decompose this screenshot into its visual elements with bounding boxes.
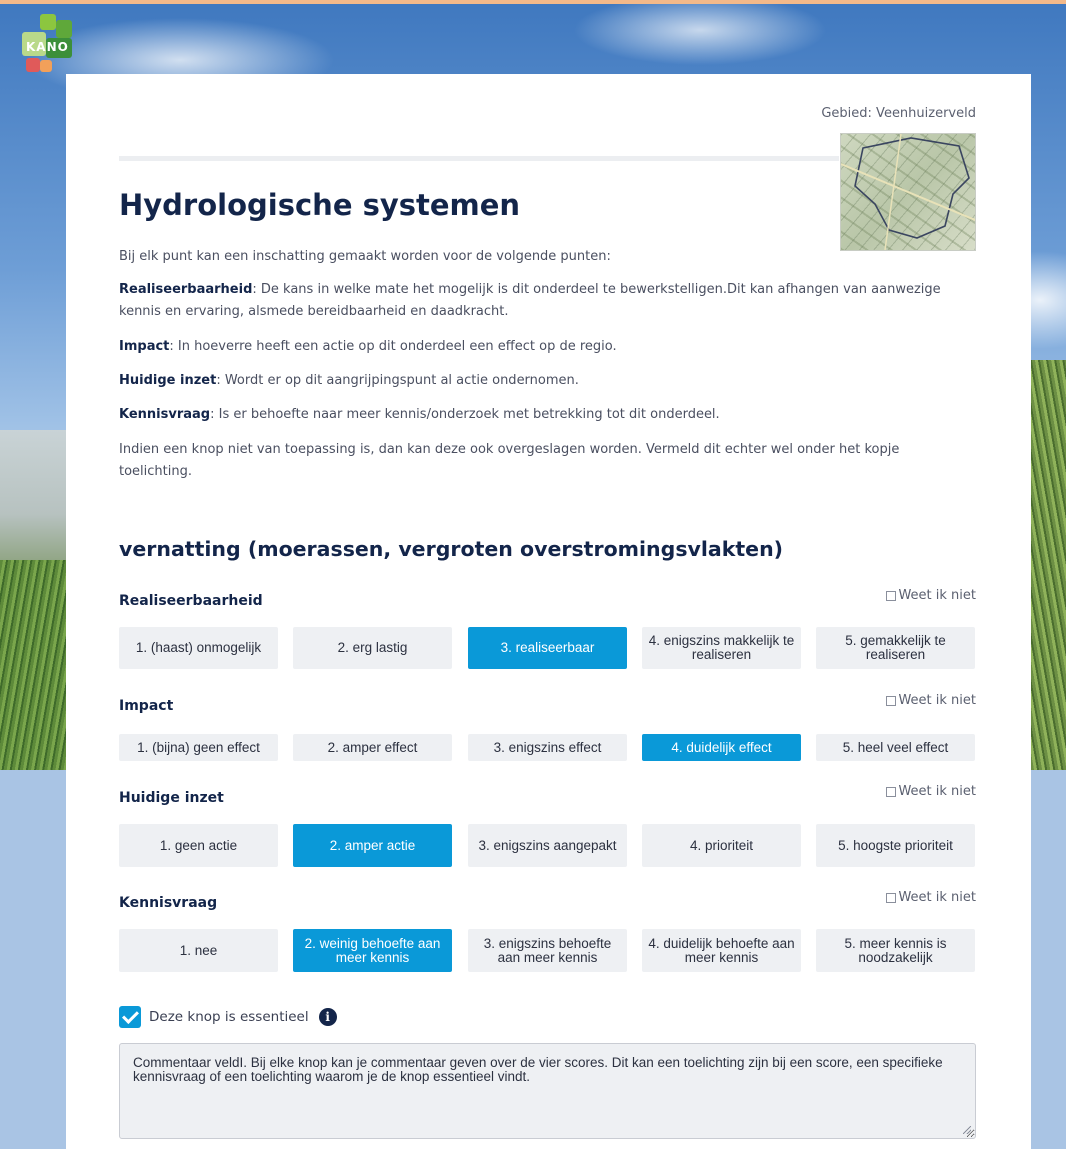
option-impact-5[interactable]: 5. heel veel effect xyxy=(816,734,975,761)
option-impact-4[interactable]: 4. duidelijk effect xyxy=(642,734,801,761)
definition-term: Huidige inzet xyxy=(119,373,217,388)
top-strip xyxy=(0,0,1066,4)
option-kennisvraag-4[interactable]: 4. duidelijk behoefte aan meer kennis xyxy=(642,929,801,972)
option-impact-2[interactable]: 2. amper effect xyxy=(293,734,452,761)
checkbox-box[interactable] xyxy=(886,695,897,706)
dont-know-checkbox[interactable]: Weet ik niet xyxy=(886,890,976,905)
dont-know-label: Weet ik niet xyxy=(898,693,976,708)
kano-logo[interactable]: KANO xyxy=(22,14,74,78)
logo-text: KANO xyxy=(26,40,69,54)
logo-tile xyxy=(26,58,40,72)
definition-text: : Is er behoefte naar meer kennis/onderz… xyxy=(210,407,720,422)
dont-know-checkbox[interactable]: Weet ik niet xyxy=(886,693,976,708)
option-impact-3[interactable]: 3. enigszins effect xyxy=(468,734,627,761)
section-title: vernatting (moerassen, vergroten overstr… xyxy=(119,537,784,561)
criterion-label-huidige-inzet: Huidige inzet xyxy=(119,790,224,806)
checkbox-box[interactable] xyxy=(886,892,897,903)
divider xyxy=(119,156,839,161)
definition-kennisvraag: Kennisvraag: Is er behoefte naar meer ke… xyxy=(119,404,949,426)
checkbox-box[interactable] xyxy=(886,786,897,797)
option-realiseerbaarheid-2[interactable]: 2. erg lastig xyxy=(293,627,452,669)
definition-term: Impact xyxy=(119,339,170,354)
definition-text: : In hoeverre heeft een actie op dit ond… xyxy=(169,339,617,354)
criterion-label-realiseerbaarheid: Realiseerbaarheid xyxy=(119,593,263,609)
option-impact-1[interactable]: 1. (bijna) geen effect xyxy=(119,734,278,761)
intro-text: Bij elk punt kan een inschatting gemaakt… xyxy=(119,249,611,264)
definition-term: Kennisvraag xyxy=(119,407,211,422)
background-reeds-left xyxy=(0,560,66,770)
region-label: Gebied: Veenhuizerveld xyxy=(821,106,976,121)
resize-handle-icon[interactable] xyxy=(963,1126,971,1134)
option-realiseerbaarheid-4[interactable]: 4. enigszins makkelijk te realiseren xyxy=(642,627,801,669)
logo-tile xyxy=(56,20,72,38)
logo-tile xyxy=(40,60,52,72)
essential-label: Deze knop is essentieel xyxy=(149,1009,309,1025)
definition-realiseerbaarheid: Realiseerbaarheid: De kans in welke mate… xyxy=(119,279,949,323)
skip-note: Indien een knop niet van toepassing is, … xyxy=(119,442,900,479)
definition-huidige-inzet: Huidige inzet: Wordt er op dit aangrijpi… xyxy=(119,370,949,392)
option-huidige-inzet-5[interactable]: 5. hoogste prioriteit xyxy=(816,824,975,867)
info-icon[interactable]: i xyxy=(318,1008,337,1026)
checkbox-box[interactable] xyxy=(886,590,897,601)
option-huidige-inzet-1[interactable]: 1. geen actie xyxy=(119,824,278,867)
dont-know-label: Weet ik niet xyxy=(898,588,976,603)
option-kennisvraag-3[interactable]: 3. enigszins behoefte aan meer kennis xyxy=(468,929,627,972)
option-realiseerbaarheid-5[interactable]: 5. gemakkelijk te realiseren xyxy=(816,627,975,669)
option-huidige-inzet-2[interactable]: 2. amper actie xyxy=(293,824,452,867)
dont-know-label: Weet ik niet xyxy=(898,784,976,799)
background-water xyxy=(0,430,66,570)
dont-know-checkbox[interactable]: Weet ik niet xyxy=(886,784,976,799)
area-boundary-icon xyxy=(841,134,975,250)
area-map-thumbnail[interactable] xyxy=(840,133,976,251)
background-reeds-right xyxy=(1031,360,1066,770)
option-huidige-inzet-3[interactable]: 3. enigszins aangepakt xyxy=(468,824,627,867)
definition-term: Realiseerbaarheid xyxy=(119,282,253,297)
essential-row: Deze knop is essentieel i xyxy=(119,1006,337,1028)
dont-know-label: Weet ik niet xyxy=(898,890,976,905)
option-kennisvraag-2[interactable]: 2. weinig behoefte aan meer kennis xyxy=(293,929,452,972)
option-realiseerbaarheid-1[interactable]: 1. (haast) onmogelijk xyxy=(119,627,278,669)
logo-tile xyxy=(40,14,56,30)
comment-textarea[interactable]: Commentaar veldI. Bij elke knop kan je c… xyxy=(119,1043,976,1139)
option-huidige-inzet-4[interactable]: 4. prioriteit xyxy=(642,824,801,867)
comment-text: Commentaar veldI. Bij elke knop kan je c… xyxy=(133,1055,943,1084)
definition-text: : Wordt er op dit aangrijpingspunt al ac… xyxy=(216,373,579,388)
option-realiseerbaarheid-3[interactable]: 3. realiseerbaar xyxy=(468,627,627,669)
definition-impact: Impact: In hoeverre heeft een actie op d… xyxy=(119,336,949,358)
option-kennisvraag-5[interactable]: 5. meer kennis is noodzakelijk xyxy=(816,929,975,972)
essential-checkbox[interactable] xyxy=(119,1006,141,1028)
criterion-label-kennisvraag: Kennisvraag xyxy=(119,895,218,911)
dont-know-checkbox[interactable]: Weet ik niet xyxy=(886,588,976,603)
criterion-label-impact: Impact xyxy=(119,698,174,714)
content-card: Gebied: Veenhuizerveld Hydrologische sys… xyxy=(66,74,1031,1149)
page-title: Hydrologische systemen xyxy=(119,188,521,222)
option-kennisvraag-1[interactable]: 1. nee xyxy=(119,929,278,972)
